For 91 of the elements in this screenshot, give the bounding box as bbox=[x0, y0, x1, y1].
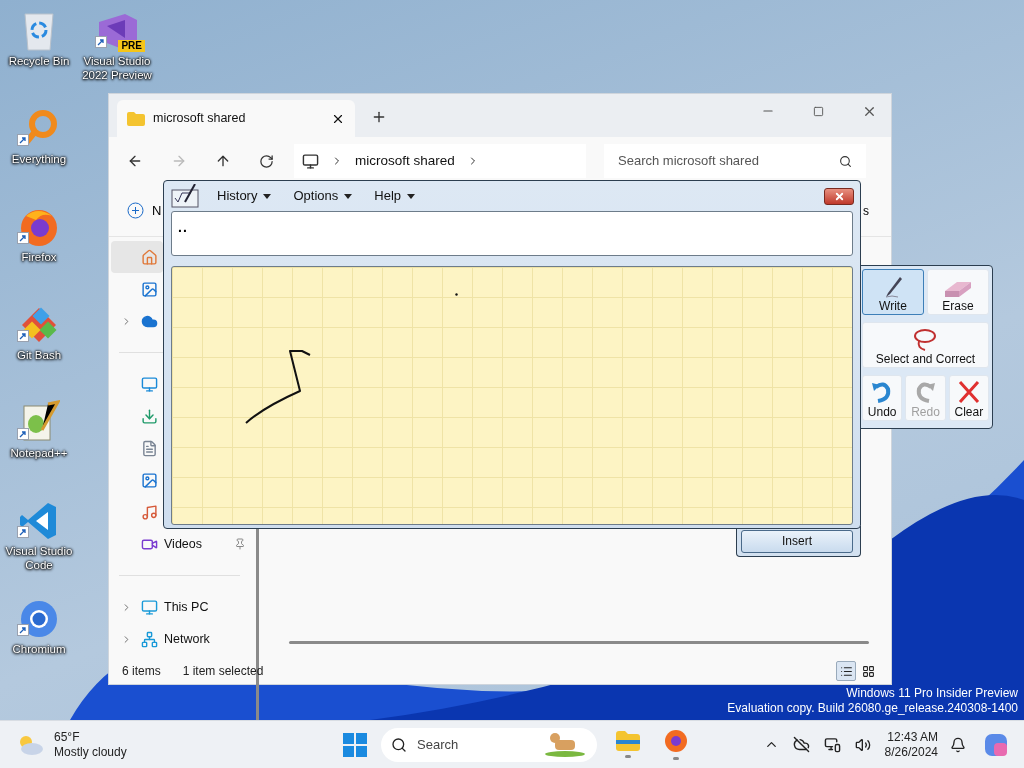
network-icon bbox=[141, 630, 158, 648]
ink-dot-drawing bbox=[455, 293, 458, 296]
tiles-view-icon bbox=[861, 664, 875, 678]
computer-icon bbox=[302, 152, 319, 170]
math-panel-logo-icon bbox=[171, 184, 199, 208]
up-icon[interactable] bbox=[215, 153, 231, 169]
temperature: 65°F bbox=[54, 729, 81, 745]
desktop-icon-label: Git Bash bbox=[15, 348, 63, 362]
details-view-icon bbox=[839, 664, 853, 678]
sidebar-item[interactable]: This PC bbox=[111, 591, 248, 623]
tool-button[interactable]: Select and Correct bbox=[862, 322, 989, 368]
maximize-icon[interactable] bbox=[813, 105, 824, 117]
eraser-icon bbox=[943, 279, 973, 299]
sidebar-item[interactable] bbox=[111, 241, 163, 273]
sidebar-label: This PC bbox=[164, 598, 210, 616]
start-button-icon[interactable] bbox=[343, 732, 367, 757]
gallery-icon bbox=[141, 280, 158, 298]
clock[interactable]: 12:43 AM 8/26/2024 bbox=[884, 729, 938, 760]
menu-button[interactable]: Help bbox=[374, 186, 415, 206]
item-count: 6 items bbox=[122, 663, 161, 680]
network-icon[interactable] bbox=[823, 736, 841, 753]
search-placeholder: Search microsoft shared bbox=[618, 152, 760, 171]
taskbar-search-field[interactable]: Search bbox=[381, 727, 597, 762]
result-text: .. bbox=[178, 219, 188, 235]
desktop-icon bbox=[141, 375, 158, 393]
caret-icon bbox=[344, 193, 353, 199]
sidebar-item[interactable]: Network bbox=[111, 623, 248, 655]
command-label: s bbox=[863, 202, 869, 220]
close-button[interactable] bbox=[824, 187, 854, 205]
computer-icon bbox=[141, 598, 158, 616]
menu-button[interactable]: Options bbox=[293, 186, 353, 206]
desktop-icon-label: Visual Studio Code bbox=[4, 544, 74, 572]
folder-icon bbox=[127, 111, 145, 126]
new-button-label[interactable]: N bbox=[152, 200, 162, 221]
copilot-logo-icon[interactable] bbox=[984, 732, 1008, 757]
dog-illustration-icon bbox=[543, 731, 587, 758]
back-icon[interactable] bbox=[127, 153, 143, 169]
clear-x-icon bbox=[956, 379, 981, 405]
selection-count: 1 item selected bbox=[182, 663, 264, 680]
tool-button[interactable]: Erase bbox=[927, 269, 989, 315]
weather-condition: Mostly cloudy bbox=[54, 744, 127, 760]
clock-time: 12:43 AM bbox=[887, 729, 938, 745]
tab-title: microsoft shared bbox=[153, 110, 247, 128]
sidebar-label: Network bbox=[164, 630, 211, 648]
close-icon bbox=[833, 190, 845, 202]
desktop-icon-label: Everything bbox=[10, 152, 68, 166]
refresh-icon[interactable] bbox=[259, 153, 274, 169]
preview-badge: PRE bbox=[118, 40, 145, 52]
desktop-icon-label: Recycle Bin bbox=[7, 54, 71, 68]
search-icon bbox=[839, 154, 852, 168]
view-toggle[interactable] bbox=[836, 661, 856, 681]
caret-icon bbox=[407, 193, 415, 199]
notifications-icon[interactable] bbox=[950, 736, 966, 753]
desktop-icon-label: Chromium bbox=[11, 642, 67, 656]
recycle-bin-icon bbox=[21, 10, 57, 52]
system-notice-text: Windows 11 Pro Insider Preview bbox=[846, 686, 1018, 701]
chromium-logo-icon bbox=[18, 598, 60, 640]
download-icon bbox=[141, 407, 158, 425]
home-icon bbox=[141, 248, 158, 266]
desktop-icon-label: Visual Studio 2022 Preview bbox=[81, 54, 153, 82]
picture-icon bbox=[141, 471, 158, 489]
tool-button[interactable]: Undo bbox=[862, 375, 903, 421]
search-field[interactable]: Search microsoft shared bbox=[604, 144, 866, 178]
caret-icon bbox=[263, 193, 272, 199]
insert-button[interactable]: Insert bbox=[741, 529, 853, 553]
clock-date: 8/26/2024 bbox=[884, 744, 938, 760]
tool-button[interactable]: Clear bbox=[948, 375, 989, 421]
explorer-tab[interactable]: microsoft shared bbox=[117, 100, 355, 137]
desktop-icon-label: Firefox bbox=[20, 250, 58, 264]
new-tab-icon[interactable] bbox=[371, 109, 387, 125]
music-icon bbox=[141, 503, 158, 521]
search-icon bbox=[391, 736, 407, 753]
new-plus-icon bbox=[127, 202, 144, 219]
desktop-icon-label: Notepad++ bbox=[9, 446, 69, 460]
volume-icon[interactable] bbox=[854, 736, 871, 753]
desktop-icon[interactable]: PRE Visual Studio 2022 Preview bbox=[78, 0, 156, 90]
menu-button[interactable]: History bbox=[217, 186, 272, 206]
running-indicator bbox=[625, 755, 631, 758]
cloud-off-icon[interactable] bbox=[792, 736, 810, 753]
sidebar-item[interactable]: Videos bbox=[111, 528, 248, 560]
tool-button[interactable]: Write bbox=[862, 269, 924, 315]
document-icon bbox=[141, 439, 158, 457]
weather-widget[interactable]: 65°F Mostly cloudy bbox=[16, 729, 336, 760]
running-indicator bbox=[673, 757, 679, 760]
folder-icon bbox=[616, 731, 640, 751]
search-placeholder: Search bbox=[417, 735, 460, 754]
sidebar-label: Videos bbox=[164, 535, 203, 553]
browser-logo-icon bbox=[664, 729, 688, 753]
breadcrumb-item[interactable]: microsoft shared bbox=[355, 150, 455, 172]
system-notice-text: Evaluation copy. Build 26080.ge_release.240308-1400 bbox=[727, 701, 1018, 716]
address-bar[interactable]: microsoft shared bbox=[294, 144, 586, 178]
